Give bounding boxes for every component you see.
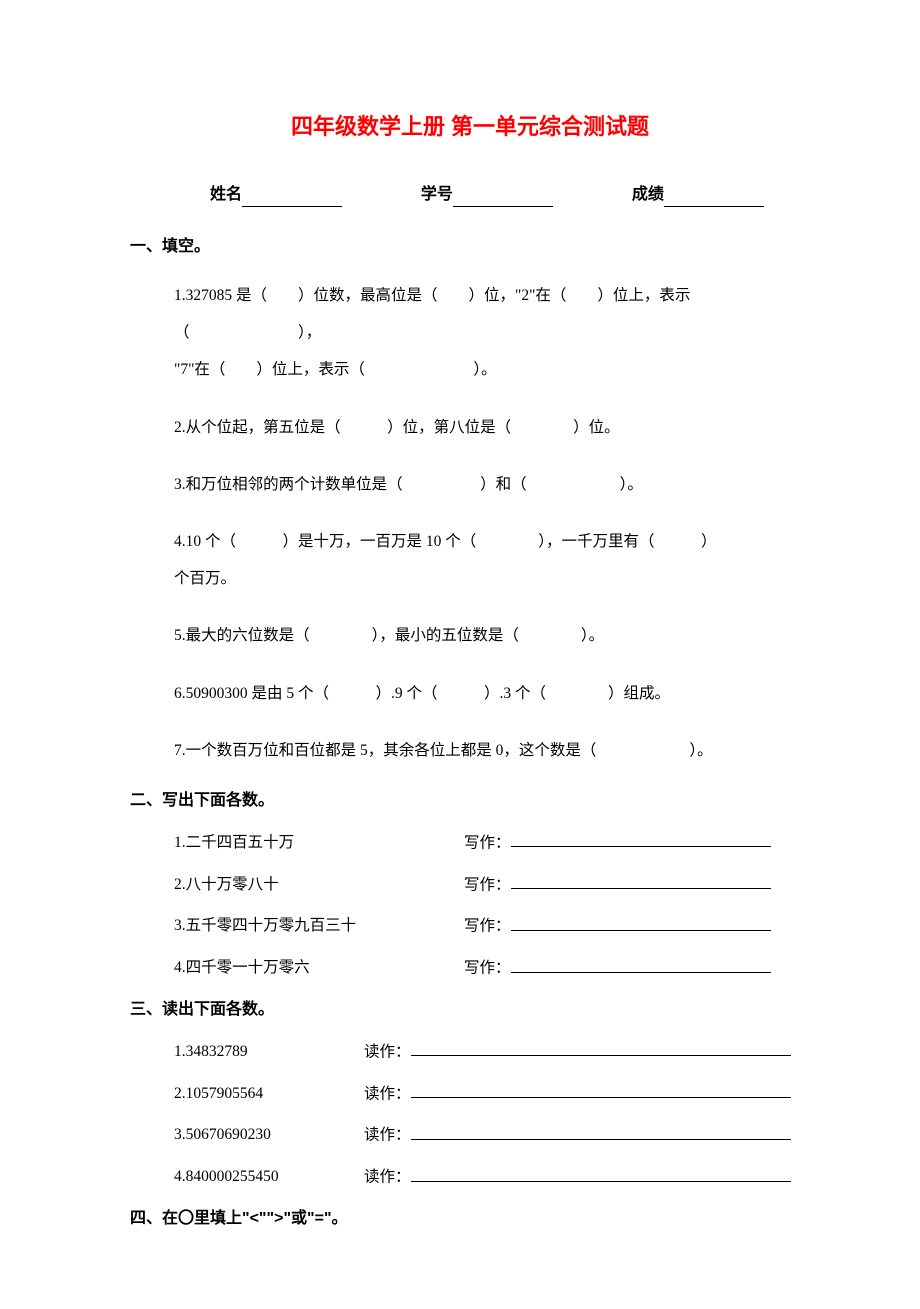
section-4-heading: 四、在〇里填上"<"">"或"="。 xyxy=(130,1207,810,1231)
s1-q1: 1.327085 是（ ）位数，最高位是（ ）位，"2"在（ ）位上，表示 （ … xyxy=(174,277,810,389)
s1-q4-line2: 个百万。 xyxy=(174,560,810,597)
s3-item-2: 2.1057905564 读作： xyxy=(174,1082,810,1106)
s1-q3: 3.和万位相邻的两个计数单位是（ ）和（ ）。 xyxy=(174,466,810,503)
s3-item-3-answer: 读作： xyxy=(364,1123,810,1147)
student-info-line: 姓名 学号 成绩 xyxy=(130,183,810,207)
name-label: 姓名 xyxy=(210,186,242,203)
section-3-heading: 三、读出下面各数。 xyxy=(130,998,810,1022)
s2-item-3-answer: 写作： xyxy=(464,914,810,938)
s2-item-1-answer: 写作： xyxy=(464,831,810,855)
id-label: 学号 xyxy=(421,186,453,203)
section-2-heading: 二、写出下面各数。 xyxy=(130,789,810,813)
s3-item-4: 4.840000255450 读作： xyxy=(174,1165,810,1189)
s2-item-4: 4.四千零一十万零六 写作： xyxy=(174,956,810,980)
s1-q5: 5.最大的六位数是（ ），最小的五位数是（ ）。 xyxy=(174,617,810,654)
s1-q1-line3: "7"在（ ）位上，表示（ ）。 xyxy=(174,351,810,388)
s2-item-4-label: 4.四千零一十万零六 xyxy=(174,956,464,980)
answer-blank xyxy=(511,956,771,973)
s2-item-4-answer: 写作： xyxy=(464,956,810,980)
s1-q6: 6.50900300 是由 5 个（ ）.9 个（ ）.3 个（ ）组成。 xyxy=(174,675,810,712)
s3-item-3-label: 3.50670690230 xyxy=(174,1123,364,1147)
s3-item-3: 3.50670690230 读作： xyxy=(174,1123,810,1147)
answer-blank xyxy=(411,1082,791,1099)
s3-item-4-label: 4.840000255450 xyxy=(174,1165,364,1189)
page-root: 四年级数学上册 第一单元综合测试题 姓名 学号 成绩 一、填空。 1.32708… xyxy=(0,0,920,1309)
name-blank xyxy=(242,190,342,207)
answer-blank xyxy=(511,914,771,931)
s2-item-1: 1.二千四百五十万 写作： xyxy=(174,831,810,855)
s2-item-2-answer: 写作： xyxy=(464,873,810,897)
s1-q2: 2.从个位起，第五位是（ ）位，第八位是（ ）位。 xyxy=(174,409,810,446)
answer-blank xyxy=(511,873,771,890)
s2-item-3: 3.五千零四十万零九百三十 写作： xyxy=(174,914,810,938)
score-blank xyxy=(664,190,764,207)
s3-item-4-answer: 读作： xyxy=(364,1165,810,1189)
s3-item-1: 1.34832789 读作： xyxy=(174,1040,810,1064)
s2-item-3-label: 3.五千零四十万零九百三十 xyxy=(174,914,464,938)
s3-item-2-label: 2.1057905564 xyxy=(174,1082,364,1106)
answer-blank xyxy=(411,1123,791,1140)
s3-item-1-answer: 读作： xyxy=(364,1040,810,1064)
s1-q7: 7.一个数百万位和百位都是 5，其余各位上都是 0，这个数是（ ）。 xyxy=(174,732,810,769)
s2-item-1-label: 1.二千四百五十万 xyxy=(174,831,464,855)
s1-q4-line1: 4.10 个（ ）是十万，一百万是 10 个（ ），一千万里有（ ） xyxy=(174,523,810,560)
s2-item-2: 2.八十万零八十 写作： xyxy=(174,873,810,897)
s2-item-2-label: 2.八十万零八十 xyxy=(174,873,464,897)
s1-q1-line1: 1.327085 是（ ）位数，最高位是（ ）位，"2"在（ ）位上，表示 xyxy=(174,277,810,314)
section-1-heading: 一、填空。 xyxy=(130,235,810,259)
score-label: 成绩 xyxy=(632,186,664,203)
s1-q4: 4.10 个（ ）是十万，一百万是 10 个（ ），一千万里有（ ） 个百万。 xyxy=(174,523,810,597)
s3-item-2-answer: 读作： xyxy=(364,1082,810,1106)
id-blank xyxy=(453,190,553,207)
answer-blank xyxy=(511,831,771,848)
s1-q1-line2: （ ）， xyxy=(174,314,810,351)
document-title: 四年级数学上册 第一单元综合测试题 xyxy=(130,110,810,143)
answer-blank xyxy=(411,1165,791,1182)
answer-blank xyxy=(411,1040,791,1057)
s3-item-1-label: 1.34832789 xyxy=(174,1040,364,1064)
